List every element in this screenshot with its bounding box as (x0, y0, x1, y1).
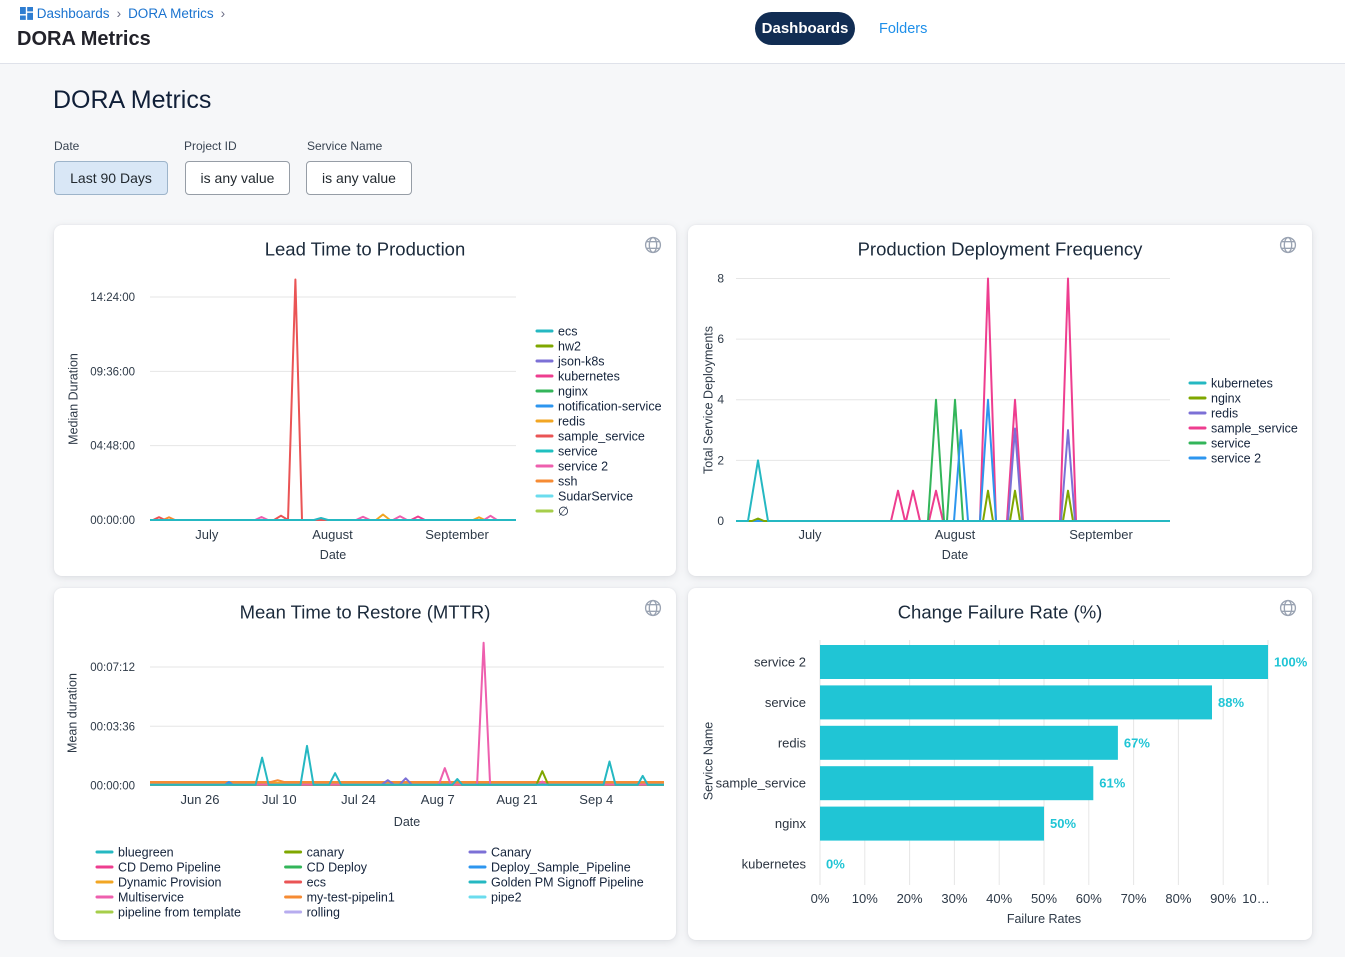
svg-text:50%: 50% (1050, 816, 1076, 831)
svg-text:notification-service: notification-service (558, 400, 662, 414)
svg-text:Change Failure Rate (%): Change Failure Rate (%) (898, 602, 1103, 623)
svg-text:100%: 100% (1274, 655, 1308, 670)
svg-text:∅: ∅ (558, 505, 569, 519)
svg-text:CD Deploy: CD Deploy (307, 861, 368, 875)
svg-text:Jul 10: Jul 10 (262, 792, 297, 807)
svg-text:20%: 20% (897, 891, 923, 906)
svg-text:Production Deployment Frequenc: Production Deployment Frequency (858, 239, 1144, 260)
svg-text:kubernetes: kubernetes (558, 370, 620, 384)
svg-text:json-k8s: json-k8s (557, 355, 605, 369)
svg-text:09:36:00: 09:36:00 (90, 366, 135, 378)
svg-text:redis: redis (1211, 407, 1238, 421)
svg-text:Mean Time to Restore (MTTR): Mean Time to Restore (MTTR) (240, 602, 491, 623)
svg-text:Aug 7: Aug 7 (421, 792, 455, 807)
svg-text:70%: 70% (1121, 891, 1147, 906)
svg-text:8: 8 (717, 271, 724, 285)
svg-text:Median Duration: Median Duration (66, 353, 80, 445)
svg-text:00:00:00: 00:00:00 (90, 781, 135, 793)
svg-text:service: service (558, 445, 598, 459)
svg-text:Canary: Canary (491, 846, 532, 860)
svg-text:Date: Date (942, 548, 968, 562)
svg-text:60%: 60% (1076, 891, 1102, 906)
svg-text:ecs: ecs (307, 876, 326, 890)
svg-text:August: August (935, 527, 976, 542)
svg-text:Total Service Deployments: Total Service Deployments (702, 326, 716, 474)
svg-text:service 2: service 2 (754, 655, 806, 670)
svg-text:Aug 21: Aug 21 (496, 792, 537, 807)
svg-text:pipeline from template: pipeline from template (118, 906, 241, 920)
svg-text:September: September (1069, 527, 1133, 542)
svg-text:SudarService: SudarService (558, 490, 633, 504)
svg-text:kubernetes: kubernetes (1211, 377, 1273, 391)
svg-text:0: 0 (717, 514, 724, 528)
svg-text:88%: 88% (1218, 695, 1244, 710)
svg-text:50%: 50% (1031, 891, 1057, 906)
svg-text:Deploy_Sample_Pipeline: Deploy_Sample_Pipeline (491, 861, 631, 875)
svg-text:04:48:00: 04:48:00 (90, 441, 135, 453)
svg-text:10%: 10% (852, 891, 878, 906)
svg-text:bluegreen: bluegreen (118, 846, 174, 860)
svg-text:service: service (1211, 437, 1251, 451)
svg-text:Lead Time to Production: Lead Time to Production (265, 239, 466, 260)
svg-text:nginx: nginx (558, 385, 589, 399)
svg-text:sample_service: sample_service (716, 776, 806, 791)
svg-text:nginx: nginx (1211, 392, 1242, 406)
svg-text:Dynamic Provision: Dynamic Provision (118, 876, 222, 890)
svg-text:ecs: ecs (558, 325, 577, 339)
svg-text:Date: Date (394, 815, 420, 829)
svg-text:Jul 24: Jul 24 (341, 792, 376, 807)
svg-text:kubernetes: kubernetes (742, 857, 807, 872)
svg-text:service: service (765, 695, 806, 710)
svg-text:service 2: service 2 (558, 460, 608, 474)
svg-text:0%: 0% (811, 891, 830, 906)
svg-text:10…: 10… (1242, 891, 1269, 906)
svg-text:ssh: ssh (558, 475, 578, 489)
svg-text:67%: 67% (1124, 735, 1150, 750)
svg-text:August: August (312, 527, 353, 542)
svg-text:0%: 0% (826, 857, 845, 872)
svg-text:90%: 90% (1210, 891, 1236, 906)
svg-text:CD Demo Pipeline: CD Demo Pipeline (118, 861, 221, 875)
svg-text:80%: 80% (1165, 891, 1191, 906)
svg-text:pipe2: pipe2 (491, 891, 522, 905)
svg-text:redis: redis (558, 415, 585, 429)
svg-text:July: July (195, 527, 219, 542)
svg-text:rolling: rolling (307, 906, 340, 920)
svg-text:September: September (425, 527, 489, 542)
svg-text:Golden PM Signoff Pipeline: Golden PM Signoff Pipeline (491, 876, 644, 890)
svg-text:Sep 4: Sep 4 (579, 792, 613, 807)
svg-text:6: 6 (717, 332, 724, 346)
svg-text:Date: Date (320, 548, 346, 562)
svg-text:00:00:00: 00:00:00 (90, 515, 135, 527)
svg-text:my-test-pipelin1: my-test-pipelin1 (307, 891, 395, 905)
svg-text:hw2: hw2 (558, 340, 581, 354)
svg-text:service 2: service 2 (1211, 452, 1261, 466)
svg-text:Multiservice: Multiservice (118, 891, 184, 905)
svg-text:30%: 30% (941, 891, 967, 906)
svg-text:Jun 26: Jun 26 (180, 792, 219, 807)
svg-text:4: 4 (717, 393, 724, 407)
svg-text:00:03:36: 00:03:36 (90, 721, 135, 733)
svg-text:nginx: nginx (775, 816, 807, 831)
svg-text:14:24:00: 14:24:00 (90, 292, 135, 304)
svg-text:61%: 61% (1099, 776, 1125, 791)
svg-text:Failure Rates: Failure Rates (1007, 912, 1081, 926)
svg-text:July: July (798, 527, 822, 542)
svg-text:Service Name: Service Name (702, 722, 716, 801)
svg-text:sample_service: sample_service (558, 430, 645, 444)
svg-text:Mean duration: Mean duration (66, 673, 80, 753)
svg-text:2: 2 (717, 453, 724, 467)
svg-text:00:07:12: 00:07:12 (90, 662, 135, 674)
svg-text:sample_service: sample_service (1211, 422, 1298, 436)
svg-text:40%: 40% (986, 891, 1012, 906)
svg-text:redis: redis (778, 735, 807, 750)
svg-text:canary: canary (307, 846, 345, 860)
